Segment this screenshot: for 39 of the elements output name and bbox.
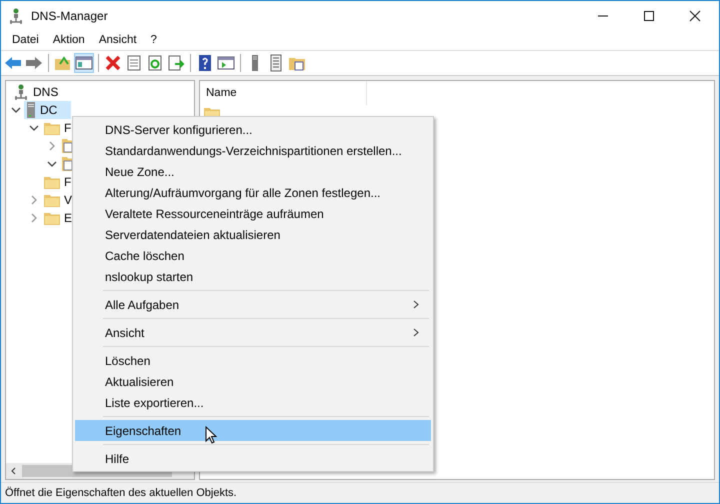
- context-menu-item[interactable]: Löschen: [75, 350, 431, 371]
- context-menu-item[interactable]: Aktualisieren: [75, 371, 431, 392]
- maximize-icon[interactable]: [643, 10, 655, 22]
- menu-item[interactable]: Datei: [5, 34, 46, 46]
- context-menu-item[interactable]: Liste exportieren...: [75, 392, 431, 413]
- status-text: Öffnet die Eigenschaften des aktuellen Objekts.: [5, 487, 237, 499]
- window-title: DNS-Manager: [31, 8, 108, 22]
- context-menu-item[interactable]: Cache löschen: [75, 245, 431, 266]
- delete-icon[interactable]: [103, 53, 123, 73]
- chevron-down-icon[interactable]: [11, 105, 21, 115]
- context-menu-item[interactable]: Serverdatendateien aktualisieren: [75, 224, 431, 245]
- chevron-down-icon[interactable]: [47, 159, 57, 169]
- context-menu-item[interactable]: Eigenschaften: [75, 420, 431, 441]
- folder-icon: [44, 212, 60, 224]
- column-header[interactable]: Name: [200, 81, 367, 105]
- scroll-left-icon[interactable]: [10, 467, 18, 475]
- chevron-down-icon[interactable]: [29, 123, 39, 133]
- context-menu-item[interactable]: Ansicht: [75, 322, 431, 343]
- context-menu-item[interactable]: nslookup starten: [75, 266, 431, 287]
- menu-item[interactable]: Ansicht: [92, 34, 144, 46]
- tree-item[interactable]: DC: [24, 101, 72, 119]
- dns-icon: [14, 84, 28, 100]
- chevron-right-icon[interactable]: [47, 141, 57, 151]
- tree-root-label[interactable]: DNS: [33, 85, 58, 99]
- menu-item[interactable]: ?: [144, 34, 164, 46]
- export-icon[interactable]: [166, 53, 186, 73]
- folder-icon: [44, 122, 60, 134]
- folder-icon: [44, 176, 60, 188]
- close-icon[interactable]: [689, 10, 701, 22]
- chevron-right-icon[interactable]: [29, 195, 39, 205]
- mouse-pointer-icon: [205, 426, 217, 444]
- folder-icon: [44, 194, 60, 206]
- context-menu-item[interactable]: Hilfe: [75, 448, 431, 469]
- app-icon: [9, 8, 23, 24]
- menu-item[interactable]: Aktion: [46, 34, 92, 46]
- chevron-right-icon[interactable]: [29, 213, 39, 223]
- context-menu-item[interactable]: Alle Aufgaben: [75, 294, 431, 315]
- server-icon: [26, 102, 36, 118]
- context-menu-item[interactable]: Standardanwendungs-Verzeichnispartitionen erstellen...: [75, 140, 431, 161]
